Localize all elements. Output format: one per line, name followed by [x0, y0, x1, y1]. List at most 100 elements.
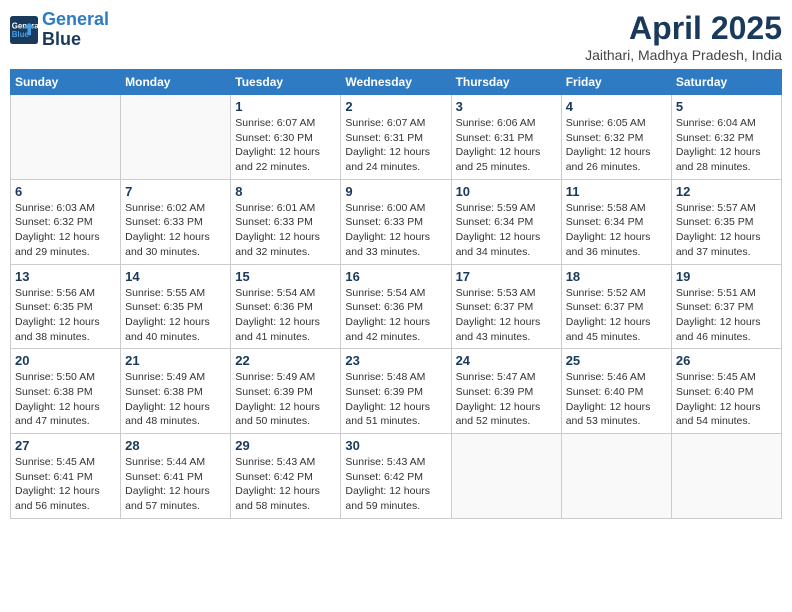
calendar-cell: 26 Sunrise: 5:45 AM Sunset: 6:40 PM Dayli… [671, 349, 781, 434]
day-number: 3 [456, 99, 557, 114]
calendar-week-row-2: 6Sunrise: 6:03 AM Sunset: 6:32 PM Daylig… [11, 179, 782, 264]
day-info: Sunrise: 6:01 AM Sunset: 6:33 PM Dayligh… [235, 201, 336, 260]
day-number: 1 [235, 99, 336, 114]
day-info: Sunrise: 5:49 AM Sunset: 6:38 PM Dayligh… [125, 370, 226, 429]
day-info: Sunrise: 5:59 AM Sunset: 6:34 PM Dayligh… [456, 201, 557, 260]
day-info: Sunrise: 6:04 AM Sunset: 6:32 PM Dayligh… [676, 116, 777, 175]
calendar-cell: 28 Sunrise: 5:44 AM Sunset: 6:41 PM Dayli… [121, 434, 231, 519]
day-info: Sunrise: 5:55 AM Sunset: 6:35 PM Dayligh… [125, 286, 226, 345]
logo-icon: General Blue [10, 16, 38, 44]
calendar-cell: 14 Sunrise: 5:55 AM Sunset: 6:35 PM Dayli… [121, 264, 231, 349]
calendar-cell: 13 Sunrise: 5:56 AM Sunset: 6:35 PM Dayli… [11, 264, 121, 349]
calendar-cell [561, 434, 671, 519]
day-number: 29 [235, 438, 336, 453]
logo: General Blue GeneralBlue [10, 10, 109, 50]
day-info: Sunrise: 5:54 AM Sunset: 6:36 PM Dayligh… [345, 286, 446, 345]
calendar-cell: 15 Sunrise: 5:54 AM Sunset: 6:36 PM Dayli… [231, 264, 341, 349]
weekday-header-wednesday: Wednesday [341, 70, 451, 95]
calendar-cell: 5 Sunrise: 6:04 AM Sunset: 6:32 PM Daylig… [671, 95, 781, 180]
location-subtitle: Jaithari, Madhya Pradesh, India [585, 47, 782, 63]
day-info: Sunrise: 5:44 AM Sunset: 6:41 PM Dayligh… [125, 455, 226, 514]
svg-text:Blue: Blue [12, 30, 30, 39]
calendar-cell: 3Sunrise: 6:06 AM Sunset: 6:31 PM Daylig… [451, 95, 561, 180]
calendar-cell: 22 Sunrise: 5:49 AM Sunset: 6:39 PM Dayli… [231, 349, 341, 434]
calendar-cell: 7Sunrise: 6:02 AM Sunset: 6:33 PM Daylig… [121, 179, 231, 264]
day-number: 14 [125, 269, 226, 284]
calendar-cell: 8Sunrise: 6:01 AM Sunset: 6:33 PM Daylig… [231, 179, 341, 264]
day-info: Sunrise: 5:58 AM Sunset: 6:34 PM Dayligh… [566, 201, 667, 260]
day-number: 16 [345, 269, 446, 284]
day-info: Sunrise: 6:07 AM Sunset: 6:30 PM Dayligh… [235, 116, 336, 175]
day-number: 26 [676, 353, 777, 368]
day-info: Sunrise: 5:54 AM Sunset: 6:36 PM Dayligh… [235, 286, 336, 345]
weekday-header-tuesday: Tuesday [231, 70, 341, 95]
day-info: Sunrise: 5:57 AM Sunset: 6:35 PM Dayligh… [676, 201, 777, 260]
day-number: 19 [676, 269, 777, 284]
day-number: 11 [566, 184, 667, 199]
day-number: 28 [125, 438, 226, 453]
day-info: Sunrise: 5:48 AM Sunset: 6:39 PM Dayligh… [345, 370, 446, 429]
day-info: Sunrise: 5:49 AM Sunset: 6:39 PM Dayligh… [235, 370, 336, 429]
day-number: 5 [676, 99, 777, 114]
calendar-week-row-1: 1 Sunrise: 6:07 AM Sunset: 6:30 PM Daylig… [11, 95, 782, 180]
calendar-cell: 6Sunrise: 6:03 AM Sunset: 6:32 PM Daylig… [11, 179, 121, 264]
page-header: General Blue GeneralBlue April 2025 Jait… [10, 10, 782, 63]
logo-text: GeneralBlue [42, 10, 109, 50]
calendar-cell: 23Sunrise: 5:48 AM Sunset: 6:39 PM Dayli… [341, 349, 451, 434]
calendar-cell: 12 Sunrise: 5:57 AM Sunset: 6:35 PM Dayli… [671, 179, 781, 264]
calendar-cell: 10Sunrise: 5:59 AM Sunset: 6:34 PM Dayli… [451, 179, 561, 264]
weekday-header-saturday: Saturday [671, 70, 781, 95]
day-number: 21 [125, 353, 226, 368]
day-info: Sunrise: 5:46 AM Sunset: 6:40 PM Dayligh… [566, 370, 667, 429]
svg-text:General: General [12, 21, 38, 30]
day-info: Sunrise: 6:00 AM Sunset: 6:33 PM Dayligh… [345, 201, 446, 260]
day-info: Sunrise: 5:51 AM Sunset: 6:37 PM Dayligh… [676, 286, 777, 345]
day-info: Sunrise: 5:50 AM Sunset: 6:38 PM Dayligh… [15, 370, 116, 429]
title-block: April 2025 Jaithari, Madhya Pradesh, Ind… [585, 10, 782, 63]
day-info: Sunrise: 6:07 AM Sunset: 6:31 PM Dayligh… [345, 116, 446, 175]
day-info: Sunrise: 5:43 AM Sunset: 6:42 PM Dayligh… [235, 455, 336, 514]
day-info: Sunrise: 5:45 AM Sunset: 6:40 PM Dayligh… [676, 370, 777, 429]
weekday-header-monday: Monday [121, 70, 231, 95]
day-number: 2 [345, 99, 446, 114]
calendar-cell: 30Sunrise: 5:43 AM Sunset: 6:42 PM Dayli… [341, 434, 451, 519]
calendar-cell: 4Sunrise: 6:05 AM Sunset: 6:32 PM Daylig… [561, 95, 671, 180]
weekday-header-friday: Friday [561, 70, 671, 95]
weekday-header-row: SundayMondayTuesdayWednesdayThursdayFrid… [11, 70, 782, 95]
day-number: 15 [235, 269, 336, 284]
day-number: 9 [345, 184, 446, 199]
day-number: 13 [15, 269, 116, 284]
day-number: 22 [235, 353, 336, 368]
calendar-cell: 19 Sunrise: 5:51 AM Sunset: 6:37 PM Dayli… [671, 264, 781, 349]
calendar-cell [121, 95, 231, 180]
calendar-cell: 29 Sunrise: 5:43 AM Sunset: 6:42 PM Dayli… [231, 434, 341, 519]
calendar-cell: 16 Sunrise: 5:54 AM Sunset: 6:36 PM Dayli… [341, 264, 451, 349]
day-info: Sunrise: 5:56 AM Sunset: 6:35 PM Dayligh… [15, 286, 116, 345]
weekday-header-sunday: Sunday [11, 70, 121, 95]
weekday-header-thursday: Thursday [451, 70, 561, 95]
day-info: Sunrise: 5:45 AM Sunset: 6:41 PM Dayligh… [15, 455, 116, 514]
calendar-cell: 9 Sunrise: 6:00 AM Sunset: 6:33 PM Daylig… [341, 179, 451, 264]
day-number: 6 [15, 184, 116, 199]
calendar-cell: 11 Sunrise: 5:58 AM Sunset: 6:34 PM Dayli… [561, 179, 671, 264]
calendar-cell [11, 95, 121, 180]
day-number: 7 [125, 184, 226, 199]
calendar-cell: 20 Sunrise: 5:50 AM Sunset: 6:38 PM Dayli… [11, 349, 121, 434]
day-number: 25 [566, 353, 667, 368]
calendar-cell: 1 Sunrise: 6:07 AM Sunset: 6:30 PM Daylig… [231, 95, 341, 180]
day-number: 17 [456, 269, 557, 284]
month-title: April 2025 [585, 10, 782, 47]
calendar-cell [671, 434, 781, 519]
day-number: 12 [676, 184, 777, 199]
calendar-cell: 17Sunrise: 5:53 AM Sunset: 6:37 PM Dayli… [451, 264, 561, 349]
calendar-cell: 2 Sunrise: 6:07 AM Sunset: 6:31 PM Daylig… [341, 95, 451, 180]
calendar-week-row-5: 27Sunrise: 5:45 AM Sunset: 6:41 PM Dayli… [11, 434, 782, 519]
day-number: 30 [345, 438, 446, 453]
calendar-cell [451, 434, 561, 519]
day-info: Sunrise: 6:05 AM Sunset: 6:32 PM Dayligh… [566, 116, 667, 175]
calendar-cell: 21 Sunrise: 5:49 AM Sunset: 6:38 PM Dayli… [121, 349, 231, 434]
calendar-week-row-3: 13 Sunrise: 5:56 AM Sunset: 6:35 PM Dayli… [11, 264, 782, 349]
day-info: Sunrise: 5:52 AM Sunset: 6:37 PM Dayligh… [566, 286, 667, 345]
day-number: 20 [15, 353, 116, 368]
day-info: Sunrise: 5:47 AM Sunset: 6:39 PM Dayligh… [456, 370, 557, 429]
